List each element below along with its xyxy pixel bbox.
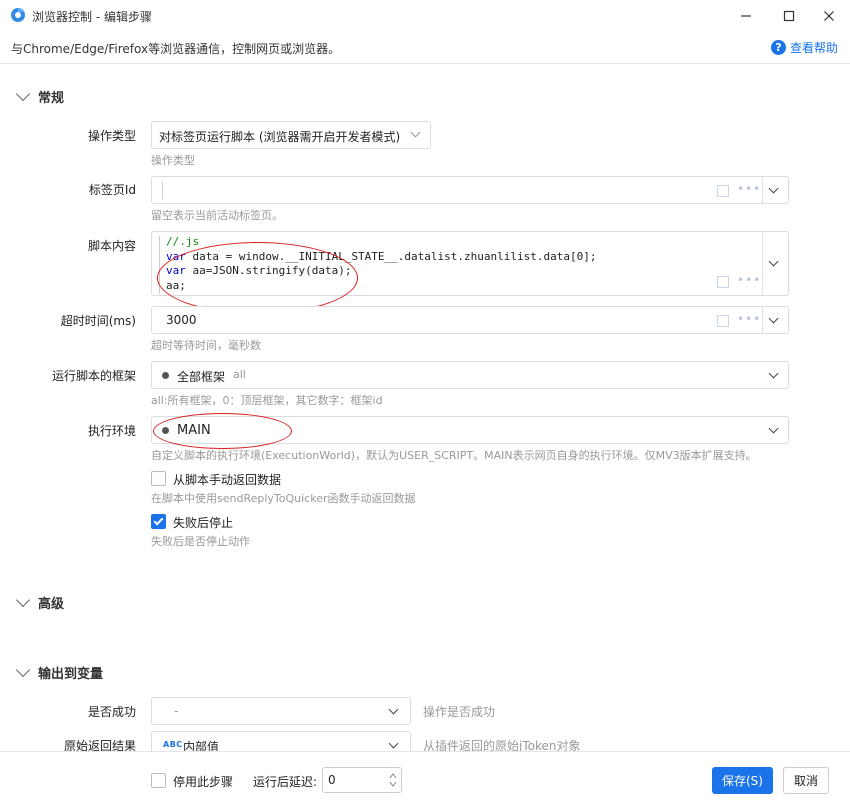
divider	[762, 307, 763, 333]
timeout-value: 3000	[166, 313, 197, 327]
tab-id-label: 标签页Id	[88, 183, 136, 197]
more-dots-icon[interactable]: •••	[737, 273, 761, 287]
text-cursor	[162, 182, 163, 199]
section-general[interactable]: 常规	[15, 86, 65, 106]
section-advanced-title: 高级	[38, 597, 65, 612]
frame-label: 运行脚本的框架	[51, 369, 136, 383]
tab-id-input[interactable]: •••	[151, 176, 789, 204]
expand-editor-icon[interactable]	[717, 185, 729, 197]
help-label: 查看帮助	[789, 41, 838, 55]
chevron-down-icon	[388, 738, 399, 749]
chevron-down-icon	[15, 592, 31, 608]
section-output-title: 输出到变量	[38, 667, 104, 682]
op-type-select[interactable]: 对标签页运行脚本 (浏览器需开启开发者模式)	[151, 121, 431, 149]
cancel-button[interactable]: 取消	[783, 767, 829, 794]
dialog-footer: 停用此步骤 运行后延迟: 0 保存(S) 取消	[0, 751, 850, 810]
option-dot-icon	[162, 372, 169, 379]
timeout-label: 超时时间(ms)	[60, 314, 136, 328]
delay-stepper[interactable]: 0	[322, 767, 402, 793]
help-link[interactable]: ? 查看帮助	[770, 39, 838, 56]
env-label: 执行环境	[87, 424, 136, 438]
chevron-down-icon	[410, 127, 421, 138]
minimize-icon	[741, 15, 751, 17]
chevron-down-icon[interactable]	[768, 313, 779, 324]
minimize-button[interactable]	[735, 5, 757, 27]
text-type-icon: ABC	[163, 740, 183, 749]
close-icon	[824, 11, 834, 21]
code-line-1: //.js	[166, 235, 200, 248]
expand-editor-icon[interactable]	[717, 276, 729, 288]
timeout-hint: 超时等待时间，毫秒数	[151, 339, 261, 352]
frame-sub-value: all	[233, 368, 246, 381]
script-label: 脚本内容	[87, 239, 136, 253]
chevron-down-icon	[388, 704, 399, 715]
delay-label: 运行后延迟:	[253, 775, 318, 789]
chevron-down-icon	[768, 368, 779, 379]
divider	[762, 177, 763, 203]
browser-app-icon	[11, 7, 25, 22]
success-label: 是否成功	[87, 705, 136, 719]
chevron-down-icon[interactable]	[768, 183, 779, 194]
raw-result-select[interactable]: ABC 内部值	[151, 731, 411, 751]
expand-editor-icon[interactable]	[717, 315, 729, 327]
manual-return-hint: 在脚本中使用sendReplyToQuicker函数手动返回数据	[151, 492, 416, 505]
op-type-label: 操作类型	[87, 129, 136, 143]
more-dots-icon[interactable]: •••	[737, 182, 761, 196]
disable-step-checkbox[interactable]	[151, 773, 166, 788]
raw-result-value: 内部值	[183, 740, 220, 751]
op-type-value: 对标签页运行脚本 (浏览器需开启开发者模式)	[159, 130, 401, 144]
frame-hint: all:所有框架，0：顶层框架，其它数字：框架id	[151, 394, 383, 407]
maximize-button[interactable]	[778, 5, 800, 27]
question-circle-icon: ?	[770, 40, 786, 55]
manual-return-label[interactable]: 从脚本手动返回数据	[173, 471, 281, 488]
success-select[interactable]: -	[151, 697, 411, 725]
close-button[interactable]	[818, 5, 840, 27]
success-value: -	[174, 704, 179, 718]
stop-on-fail-hint: 失败后是否停止动作	[151, 535, 250, 548]
success-hint: 操作是否成功	[423, 705, 496, 719]
op-type-hint: 操作类型	[151, 154, 195, 167]
frame-value: 全部框架	[177, 370, 226, 384]
chevron-down-icon	[15, 86, 31, 102]
check-icon	[153, 515, 164, 526]
more-dots-icon[interactable]: •••	[737, 312, 761, 326]
red-annotation-circle	[153, 413, 292, 449]
section-general-title: 常规	[38, 91, 65, 106]
chevron-down-icon	[768, 423, 779, 434]
save-button[interactable]: 保存(S)	[712, 767, 773, 794]
env-hint: 自定义脚本的执行环境(ExecutionWorld)，默认为USER_SCRIP…	[151, 449, 757, 462]
maximize-icon	[783, 10, 795, 22]
stop-on-fail-checkbox[interactable]	[151, 514, 166, 529]
stepper-arrows-icon[interactable]	[388, 771, 398, 789]
window-title: 浏览器控制 - 编辑步骤	[32, 10, 152, 24]
section-output[interactable]: 输出到变量	[15, 662, 104, 682]
timeout-input[interactable]: 3000 •••	[151, 306, 789, 334]
raw-result-label: 原始返回结果	[63, 739, 136, 751]
chevron-down-icon[interactable]	[768, 256, 779, 267]
disable-step-label[interactable]: 停用此步骤	[173, 773, 233, 790]
step-description: 与Chrome/Edge/Firefox等浏览器通信，控制网页或浏览器。	[11, 42, 341, 56]
description-row: 与Chrome/Edge/Firefox等浏览器通信，控制网页或浏览器。 ? 查…	[0, 32, 850, 64]
form-content[interactable]: 常规 操作类型 对标签页运行脚本 (浏览器需开启开发者模式) 操作类型 标签页I…	[0, 65, 850, 751]
divider	[762, 232, 763, 295]
section-advanced[interactable]: 高级	[15, 592, 65, 612]
frame-select[interactable]: 全部框架 all	[151, 361, 789, 389]
tab-id-hint: 留空表示当前活动标签页。	[151, 209, 283, 222]
chevron-down-icon	[15, 662, 31, 678]
stop-on-fail-label[interactable]: 失败后停止	[173, 514, 233, 531]
manual-return-checkbox[interactable]	[151, 471, 166, 486]
title-bar: 浏览器控制 - 编辑步骤	[0, 0, 850, 32]
red-annotation-circle	[157, 242, 358, 314]
delay-value: 0	[328, 773, 336, 787]
raw-result-hint: 从插件返回的原始jToken对象	[423, 739, 581, 751]
